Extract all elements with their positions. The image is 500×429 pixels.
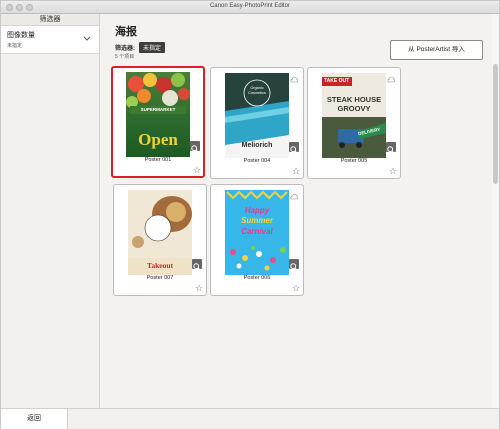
poster-top-text: SUPERMARKET xyxy=(140,107,176,112)
active-filter-label: 筛选器: xyxy=(115,46,135,52)
cloud-icon xyxy=(290,187,299,200)
poster-name: Poster 007 xyxy=(146,275,174,281)
poster-big-text: Open xyxy=(138,130,178,149)
magnifier-icon[interactable] xyxy=(386,142,396,154)
star-outline-icon[interactable]: ☆ xyxy=(389,167,397,176)
active-filter-chip: 未指定 xyxy=(139,42,166,53)
back-button[interactable]: 返回 xyxy=(1,409,68,429)
bottom-bar: 返回 xyxy=(1,408,499,429)
poster-thumbnail: Organic Cosmetics Meliorich xyxy=(225,73,289,158)
poster-big-text: Meliorich xyxy=(241,142,273,149)
poster-card-006[interactable]: Happy Summer Carnival Poster 006 ☆ xyxy=(210,184,304,296)
sidebar-header: 筛选器 xyxy=(1,14,99,26)
poster-top-text: Organic Cosmetics xyxy=(248,86,266,95)
filter-sidebar: 筛选器 图像数量 未指定 xyxy=(1,14,100,408)
poster-card-005[interactable]: TAKE OUT STEAK HOUSE GROOVY DELIVERY Pos… xyxy=(307,67,401,179)
scrollbar-thumb[interactable] xyxy=(493,64,498,184)
poster-card-001[interactable]: SUPERMARKET Open Poster 001 ☆ xyxy=(111,66,205,178)
poster-name: Poster 006 xyxy=(243,275,271,281)
chevron-down-icon xyxy=(83,34,91,43)
import-posterartist-button[interactable]: 从 PosterArtist 导入 xyxy=(390,40,483,60)
poster-name: Poster 001 xyxy=(144,157,172,163)
poster-card-004[interactable]: Organic Cosmetics Meliorich Poster 004 ☆ xyxy=(210,67,304,179)
poster-thumbnail: SUPERMARKET Open xyxy=(126,72,190,157)
star-outline-icon[interactable]: ☆ xyxy=(292,167,300,176)
poster-thumbnail: Takeout xyxy=(128,190,192,275)
item-count: 5 个项目 xyxy=(115,54,135,60)
title-bar: Canon Easy-PhotoPrint Editor xyxy=(1,1,499,14)
page-title: 海报 xyxy=(115,26,137,38)
window-title: Canon Easy-PhotoPrint Editor xyxy=(209,3,291,9)
poster-line-1: Happy xyxy=(244,206,270,215)
poster-tag-takeout: TAKE OUT xyxy=(324,78,350,84)
star-outline-icon[interactable]: ☆ xyxy=(195,284,203,293)
poster-line-2: Summer xyxy=(240,216,273,225)
cloud-icon xyxy=(387,70,396,83)
poster-line-3: Carnival xyxy=(241,227,273,236)
main-area: 海报 筛选器: 未指定 5 个项目 从 PosterArtist 导入 SUPE… xyxy=(101,14,491,408)
poster-title-1: STEAK HOUSE xyxy=(326,95,382,104)
magnifier-icon[interactable] xyxy=(289,142,299,154)
poster-name: Poster 004 xyxy=(243,158,271,164)
star-outline-icon[interactable]: ☆ xyxy=(193,166,201,175)
cloud-icon xyxy=(290,70,299,83)
poster-title-2: GROOVY xyxy=(337,104,371,113)
poster-card-007[interactable]: Takeout Poster 007 ☆ xyxy=(113,184,207,296)
poster-thumbnail: TAKE OUT STEAK HOUSE GROOVY DELIVERY xyxy=(322,73,386,158)
magnifier-icon[interactable] xyxy=(190,141,200,153)
poster-name: Poster 005 xyxy=(340,158,368,164)
filter-value: 未指定 xyxy=(7,43,23,49)
star-outline-icon[interactable]: ☆ xyxy=(292,284,300,293)
magnifier-icon[interactable] xyxy=(289,259,299,271)
poster-big-text: Takeout xyxy=(147,261,173,270)
filter-image-count[interactable]: 图像数量 未指定 xyxy=(1,26,99,54)
active-filter-row: 筛选器: 未指定 xyxy=(115,42,166,53)
vertical-scrollbar[interactable] xyxy=(492,14,499,408)
app-window: Canon Easy-PhotoPrint Editor 筛选器 图像数量 未指… xyxy=(0,0,500,429)
poster-thumbnail: Happy Summer Carnival xyxy=(225,190,289,275)
filter-label: 图像数量 xyxy=(7,32,35,39)
magnifier-icon[interactable] xyxy=(192,259,202,271)
